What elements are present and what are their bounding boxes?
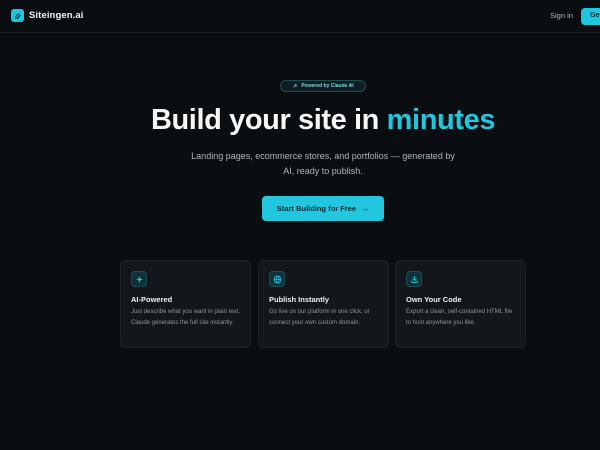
- feature-card-publish-instantly: Publish Instantly Go live on our platfor…: [258, 260, 389, 348]
- hero-subtitle: Landing pages, ecommerce stores, and por…: [191, 151, 455, 176]
- get-started-button[interactable]: Get: [581, 8, 600, 25]
- download-icon: [406, 271, 422, 287]
- badge-text: Powered by Claude AI: [301, 83, 354, 89]
- feature-title: AI-Powered: [131, 295, 173, 304]
- powered-by-badge: Powered by Claude AI: [280, 80, 366, 92]
- brand-name: Siteingen.ai: [29, 10, 84, 21]
- sign-in-link[interactable]: Sign in: [550, 11, 573, 20]
- feature-card-ai-powered: AI-Powered Just describe what you want i…: [120, 260, 251, 348]
- hero-title: Build your site in minutes: [0, 104, 600, 137]
- sparkle-icon: [131, 271, 147, 287]
- feature-description: Just describe what you want in plain tex…: [131, 309, 241, 326]
- feature-title: Own Your Code: [406, 295, 462, 304]
- hero-title-main: Build your site in: [150, 104, 387, 136]
- feature-title: Publish Instantly: [269, 295, 330, 304]
- start-building-button[interactable]: Start Building for Free →: [262, 196, 384, 221]
- arrow-right-icon: →: [361, 204, 370, 213]
- hero-title-accent: minutes: [386, 104, 496, 136]
- link-icon: [293, 84, 297, 88]
- start-building-label: Start Building for Free: [276, 204, 357, 213]
- top-nav: Siteingen.ai Sign in Get: [0, 0, 600, 33]
- globe-icon: [269, 271, 285, 287]
- landing-page: Siteingen.ai Sign in Get Powered by Clau…: [0, 0, 600, 450]
- feature-card-own-your-code: Own Your Code Export a clean, self-conta…: [395, 260, 526, 348]
- feature-description: Go live on our platform in one click, or…: [269, 309, 370, 326]
- logo-icon: [11, 9, 24, 22]
- feature-description: Export a clean, self-contained HTML file…: [406, 309, 513, 326]
- brand[interactable]: Siteingen.ai: [11, 9, 84, 22]
